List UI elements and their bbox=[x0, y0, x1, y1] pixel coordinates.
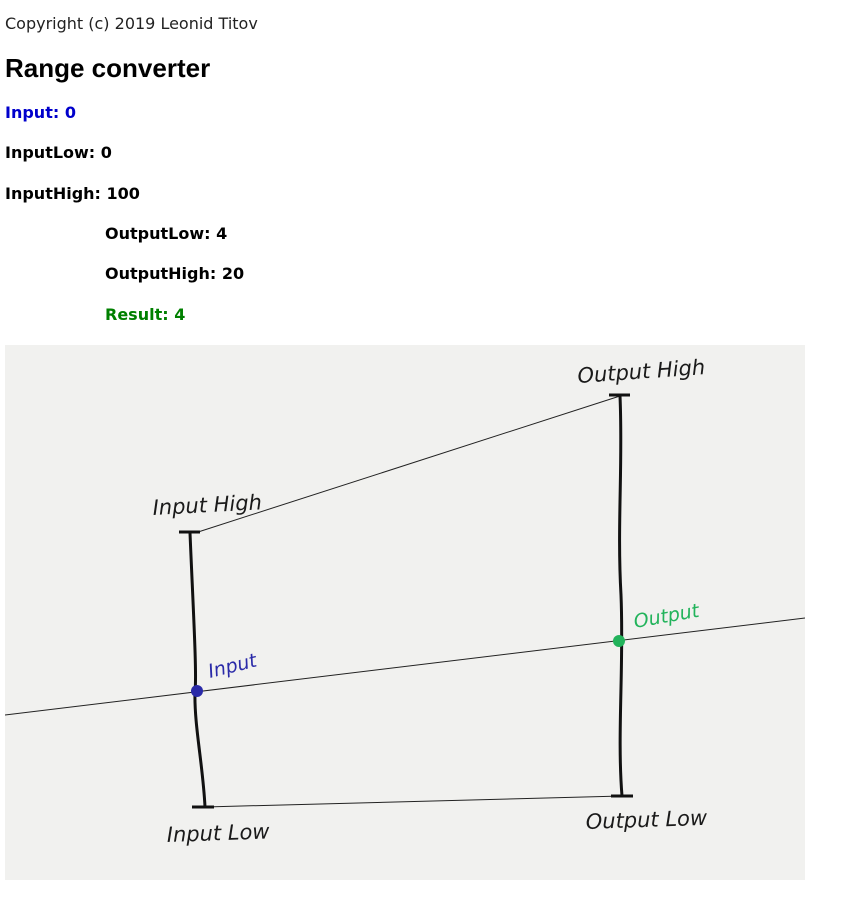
input-label: Input: bbox=[5, 103, 60, 122]
input-value: 0 bbox=[64, 103, 76, 122]
result-value: 4 bbox=[174, 305, 186, 324]
inputlow-field: InputLow: 0 bbox=[5, 144, 112, 162]
result-label: Result: bbox=[105, 305, 169, 324]
output-high-label: Output High bbox=[577, 355, 706, 388]
outputlow-label: OutputLow: bbox=[105, 224, 211, 243]
result-field: Result: 4 bbox=[105, 306, 185, 324]
copyright-notice: Copyright (c) 2019 Leonid Titov bbox=[5, 14, 258, 33]
input-high-label: Input High bbox=[152, 490, 262, 520]
input-low-label: Input Low bbox=[166, 819, 270, 847]
input-point-label: Input bbox=[206, 649, 261, 683]
outputhigh-field: OutputHigh: 20 bbox=[105, 265, 244, 283]
mapping-line bbox=[5, 617, 805, 716]
outputhigh-label: OutputHigh: bbox=[105, 264, 217, 283]
range-diagram-svg: Output High Input High Input Output Inpu… bbox=[5, 355, 805, 847]
inputhigh-field: InputHigh: 100 bbox=[5, 185, 140, 203]
output-range-bar bbox=[618, 395, 624, 797]
inputhigh-label: InputHigh: bbox=[5, 184, 101, 203]
low-connector-line bbox=[204, 795, 623, 808]
output-point bbox=[613, 635, 625, 647]
outputlow-field: OutputLow: 4 bbox=[105, 225, 227, 243]
outputhigh-value: 20 bbox=[221, 264, 245, 283]
output-low-label: Output Low bbox=[585, 806, 708, 834]
input-point bbox=[191, 685, 203, 697]
inputlow-label: InputLow: bbox=[5, 143, 96, 162]
inputlow-value: 0 bbox=[100, 143, 112, 162]
inputhigh-value: 100 bbox=[106, 184, 140, 203]
range-diagram: Output High Input High Input Output Inpu… bbox=[5, 345, 805, 880]
output-point-label: Output bbox=[632, 600, 702, 633]
input-range-bar bbox=[188, 532, 207, 808]
page-title: Range converter bbox=[5, 53, 211, 83]
outputlow-value: 4 bbox=[216, 224, 228, 243]
input-field: Input: 0 bbox=[5, 104, 76, 122]
